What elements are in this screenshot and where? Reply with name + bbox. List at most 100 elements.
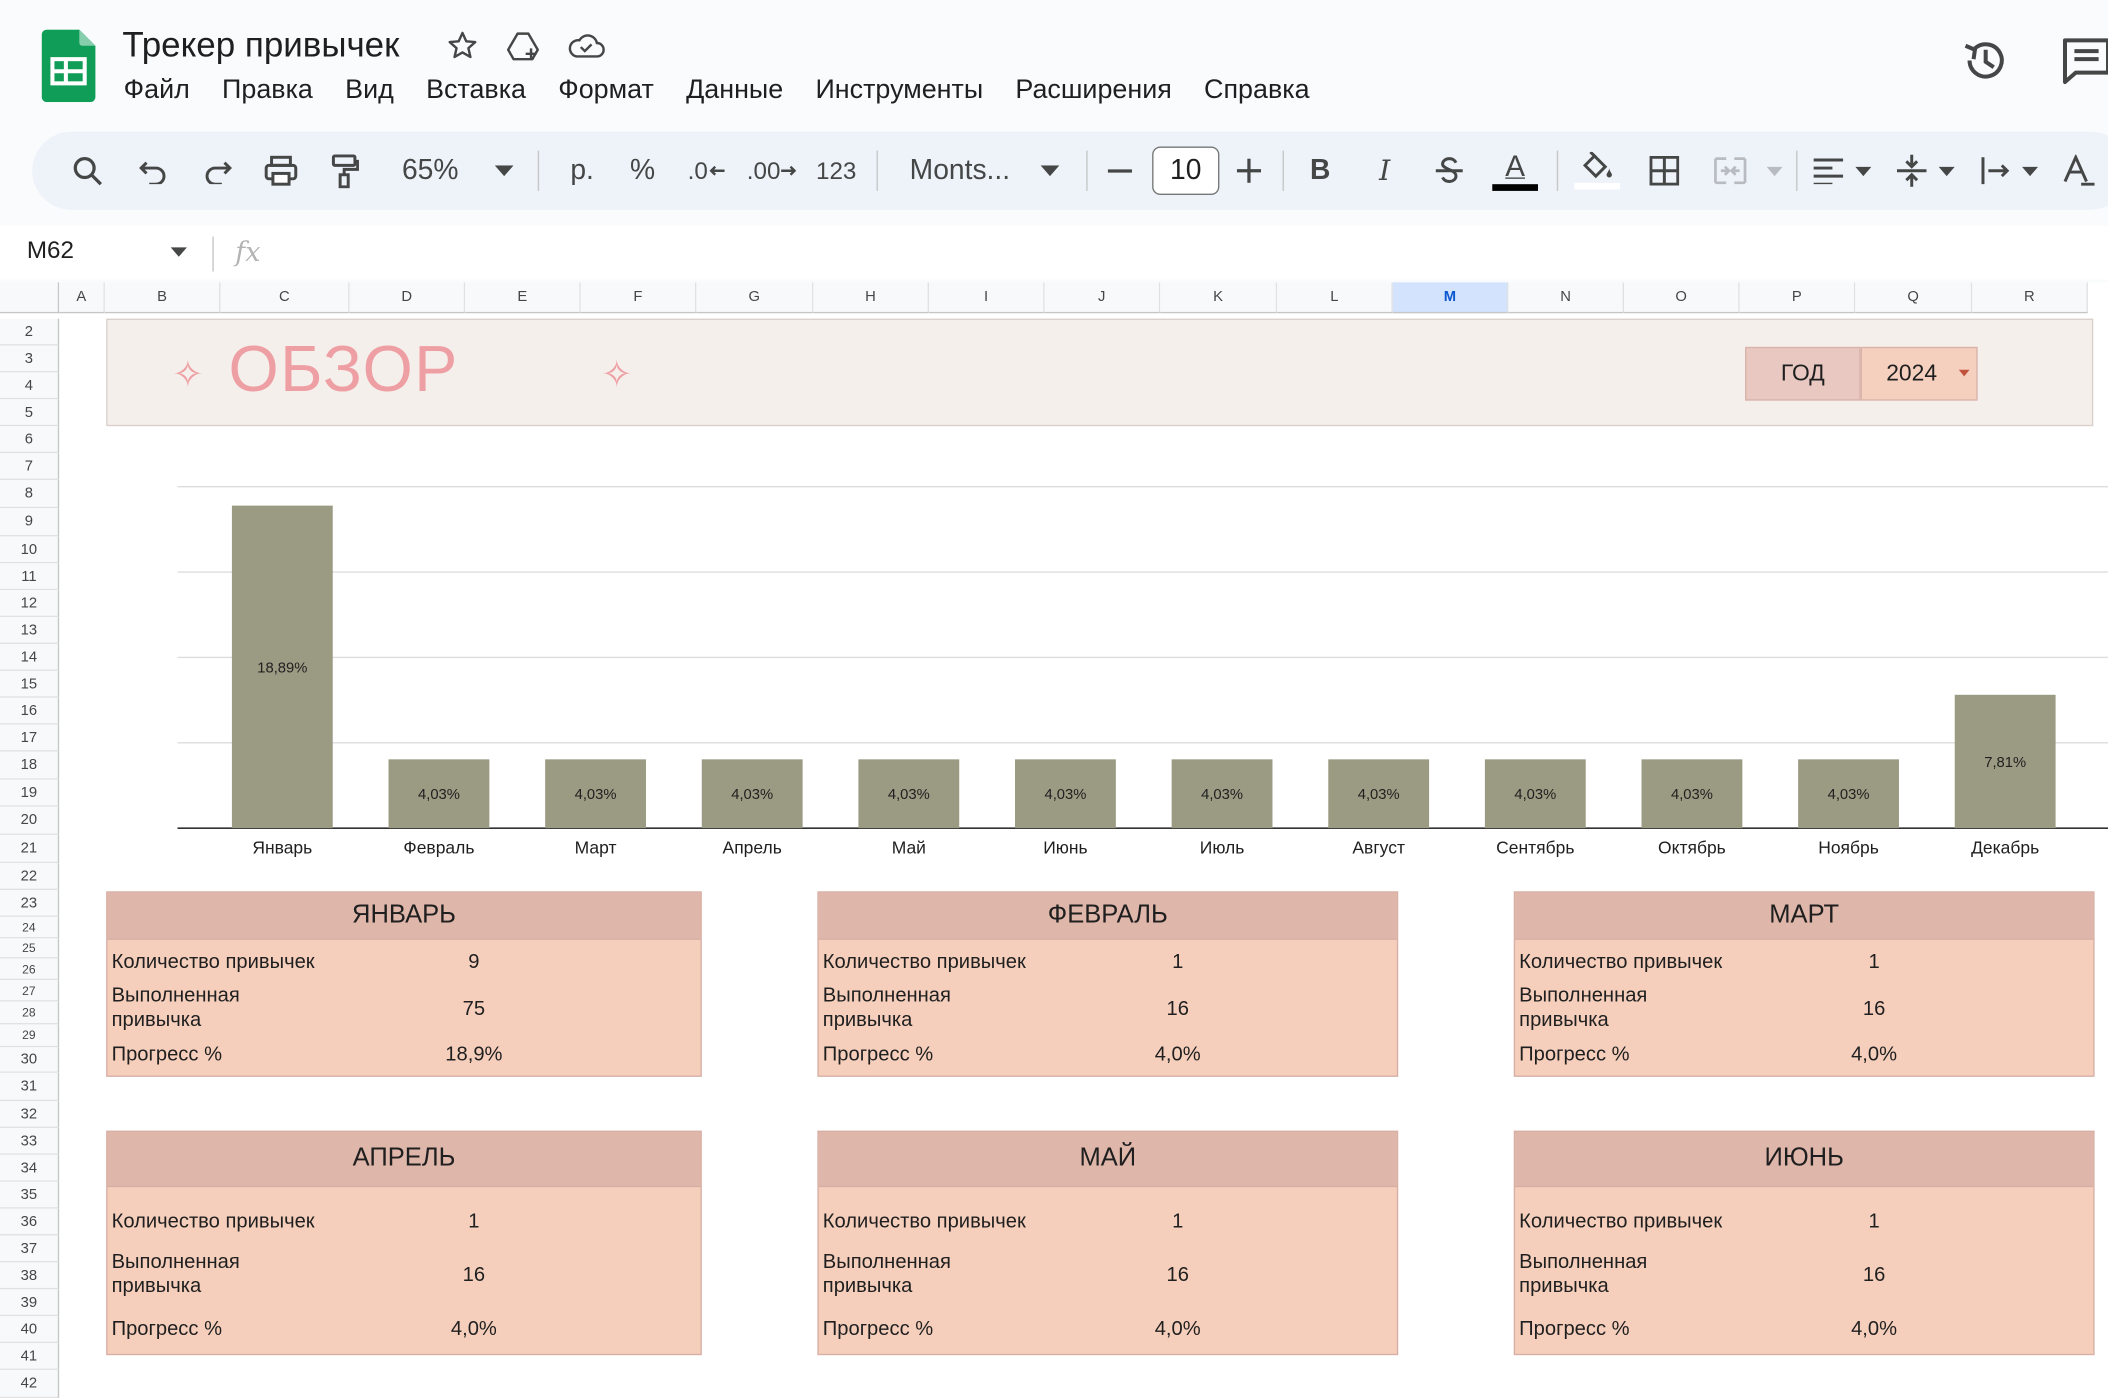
row-header[interactable]: 16	[0, 697, 60, 725]
text-wrap-dropdown-icon[interactable]	[2019, 132, 2041, 210]
vertical-align-icon[interactable]	[1893, 132, 1931, 210]
zoom-dropdown-icon[interactable]	[492, 132, 516, 210]
column-header[interactable]: L	[1277, 282, 1393, 314]
column-header[interactable]: N	[1508, 282, 1625, 314]
menu-help[interactable]: Справка	[1204, 75, 1309, 106]
row-header[interactable]: 9	[0, 508, 60, 537]
menu-edit[interactable]: Правка	[222, 75, 313, 106]
comment-icon[interactable]	[2060, 35, 2108, 86]
column-header[interactable]: M	[1392, 282, 1509, 314]
row-header[interactable]: 26	[0, 958, 60, 981]
row-header[interactable]: 37	[0, 1235, 60, 1263]
italic-icon[interactable]: I	[1369, 132, 1401, 210]
row-header[interactable]: 40	[0, 1316, 60, 1344]
name-box[interactable]: M62	[27, 237, 74, 265]
align-dropdown-icon[interactable]	[1853, 132, 1875, 210]
bold-icon[interactable]: B	[1304, 132, 1336, 210]
strikethrough-icon[interactable]	[1430, 132, 1468, 210]
column-header[interactable]: I	[928, 282, 1045, 314]
menu-format[interactable]: Формат	[558, 75, 654, 106]
menu-insert[interactable]: Вставка	[426, 75, 526, 106]
row-header[interactable]: 23	[0, 889, 60, 917]
row-header[interactable]: 13	[0, 617, 60, 644]
row-header[interactable]: 18	[0, 751, 60, 780]
menu-tools[interactable]: Инструменты	[815, 75, 983, 106]
column-header[interactable]: J	[1044, 282, 1161, 314]
column-header[interactable]: K	[1160, 282, 1278, 314]
doc-title[interactable]: Трекер привычек	[122, 24, 399, 66]
search-icon[interactable]	[67, 132, 107, 210]
row-header[interactable]: 2	[0, 318, 60, 346]
row-header[interactable]: 17	[0, 724, 60, 752]
menu-file[interactable]: Файл	[124, 75, 190, 106]
align-left-icon[interactable]	[1810, 132, 1848, 210]
history-icon[interactable]	[1960, 35, 2011, 86]
row-header[interactable]: 10	[0, 536, 60, 564]
column-header[interactable]: Q	[1855, 282, 1973, 314]
column-header[interactable]: C	[220, 282, 350, 314]
undo-icon[interactable]	[134, 132, 172, 210]
column-header[interactable]: P	[1739, 282, 1856, 314]
row-header[interactable]: 38	[0, 1262, 60, 1290]
fill-color-icon[interactable]	[1573, 132, 1621, 210]
menu-view[interactable]: Вид	[345, 75, 394, 106]
column-header[interactable]: F	[580, 282, 697, 314]
row-header[interactable]: 5	[0, 399, 60, 427]
row-header[interactable]: 24	[0, 916, 60, 939]
font-size-input[interactable]: 10	[1152, 146, 1220, 195]
column-header[interactable]: E	[465, 282, 581, 314]
cloud-saved-icon[interactable]	[567, 27, 605, 65]
decrease-font-size-icon[interactable]	[1105, 132, 1135, 210]
row-header[interactable]: 33	[0, 1127, 60, 1155]
decrease-decimal-button[interactable]: .0	[683, 132, 729, 210]
text-rotate-icon[interactable]	[2060, 132, 2098, 210]
move-to-drive-icon[interactable]	[505, 27, 543, 65]
row-header[interactable]: 8	[0, 479, 60, 509]
column-header[interactable]: H	[813, 282, 929, 314]
row-header[interactable]: 4	[0, 372, 60, 400]
row-header[interactable]: 19	[0, 779, 60, 807]
font-family-select[interactable]: Monts...	[903, 132, 1016, 210]
row-header[interactable]: 28	[0, 1001, 60, 1025]
column-header[interactable]: R	[1972, 282, 2088, 314]
row-header[interactable]: 29	[0, 1024, 60, 1048]
row-header[interactable]: 21	[0, 834, 60, 864]
sheets-logo-icon[interactable]	[41, 29, 96, 103]
row-header[interactable]: 22	[0, 863, 60, 890]
row-header[interactable]: 36	[0, 1208, 60, 1236]
format-percent-button[interactable]: %	[624, 132, 662, 210]
paint-format-icon[interactable]	[325, 132, 363, 210]
row-header[interactable]: 25	[0, 938, 60, 959]
merge-dropdown-icon[interactable]	[1764, 132, 1786, 210]
column-header[interactable]: O	[1624, 282, 1740, 314]
format-currency-button[interactable]: р.	[562, 132, 602, 210]
increase-font-size-icon[interactable]	[1234, 132, 1264, 210]
row-header[interactable]: 11	[0, 563, 60, 591]
row-header[interactable]: 7	[0, 453, 60, 480]
row-header[interactable]: 3	[0, 345, 60, 373]
borders-icon[interactable]	[1646, 132, 1684, 210]
row-header[interactable]: 14	[0, 643, 60, 671]
text-color-icon[interactable]: A	[1490, 132, 1541, 210]
column-header[interactable]: G	[696, 282, 814, 314]
select-all-corner[interactable]	[0, 282, 60, 314]
name-box-dropdown-icon[interactable]	[170, 247, 187, 257]
column-header[interactable]: D	[349, 282, 466, 314]
more-formats-button[interactable]: 123	[812, 132, 860, 210]
print-icon[interactable]	[261, 132, 301, 210]
row-header[interactable]: 34	[0, 1154, 60, 1182]
row-header[interactable]: 32	[0, 1101, 60, 1128]
row-header[interactable]: 27	[0, 980, 60, 1002]
zoom-select[interactable]: 65%	[390, 132, 471, 210]
row-header[interactable]: 31	[0, 1072, 60, 1102]
row-header[interactable]: 20	[0, 806, 60, 835]
star-icon[interactable]	[444, 27, 482, 65]
row-header[interactable]: 12	[0, 590, 60, 618]
row-header[interactable]: 15	[0, 670, 60, 698]
redo-icon[interactable]	[199, 132, 237, 210]
row-header[interactable]: 42	[0, 1369, 60, 1398]
vertical-align-dropdown-icon[interactable]	[1936, 132, 1958, 210]
menu-data[interactable]: Данные	[686, 75, 783, 106]
row-header[interactable]: 35	[0, 1181, 60, 1209]
column-header[interactable]: A	[59, 282, 105, 314]
